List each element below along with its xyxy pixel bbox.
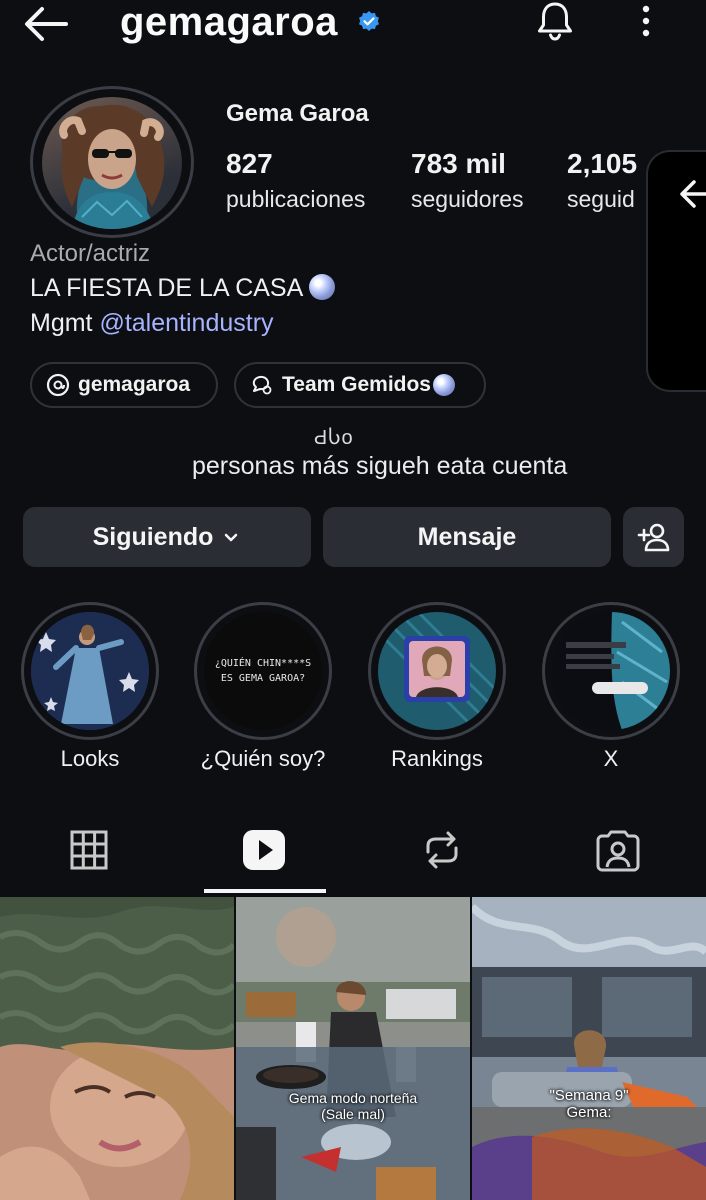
reel-thumbnail[interactable] [0,897,234,1200]
following-label: seguid [567,186,635,212]
avatar[interactable] [42,97,182,229]
broadcast-channel-icon [252,375,272,395]
overlay-caption-1: ԀႱo [314,427,354,449]
highlight-cover-line-2: ES GEMA GAROA? [220,673,306,684]
highlight-label: Looks [60,746,120,771]
top-bar: gemagaroa [0,0,706,80]
message-button-label: Mensaje [417,522,517,551]
reel-caption-line-2: Gema: [566,1104,612,1122]
highlight-who-am-i[interactable]: ¿QUIÉN CHIN****S ES GEMA GAROA? [204,612,322,730]
channel-link-label: Team Gemidos [282,373,431,396]
threads-link-label: gemagaroa [78,373,191,396]
reel-caption: Gema modo norteña (Sale mal) [236,1090,470,1122]
highlight-label: Rankings [391,746,483,771]
channel-link-pill[interactable]: Team Gemidos [234,362,486,408]
bell-icon[interactable] [534,0,576,42]
followers-label: seguidores [411,186,524,212]
reel-caption: "Semana 9" Gema: [472,1087,706,1122]
more-vertical-icon[interactable] [640,4,652,38]
chevron-down-icon [225,533,238,542]
profile-username: gemagaroa [120,0,338,44]
arrow-left-icon[interactable] [676,176,706,212]
highlight-label: X [603,746,619,771]
bio-line-1: LA FIESTA DE LA CASA [30,274,336,303]
reel-thumbnail[interactable]: Gema modo norteña (Sale mal) [236,897,470,1200]
reel-caption-line-1: Gema modo norteña [288,1090,418,1106]
followers-count[interactable]: 783 mil [411,148,506,180]
active-tab-indicator [204,889,326,893]
grid-icon[interactable] [68,826,112,874]
bio-prefix: Mgmt [30,309,100,337]
highlight-cover-line-1: ¿QUIÉN CHIN****S [214,658,312,669]
bio-mention-link[interactable]: @talentindustry [99,309,273,337]
overlay-caption-2: personas más sigueh eata cuenta [192,452,568,480]
threads-icon [46,373,70,397]
add-user-button[interactable] [623,507,684,567]
highlight-label: ¿Quién soy? [200,746,326,771]
reels-icon[interactable] [242,826,286,874]
reel-thumbnail[interactable]: "Semana 9" Gema: [472,897,706,1200]
add-user-icon [637,523,669,552]
disco-ball-icon [433,374,455,396]
highlight-x[interactable] [552,612,670,730]
following-count[interactable]: 2,105 [567,148,637,180]
posts-label: publicaciones [226,186,366,212]
following-button[interactable]: Siguiendo [23,507,311,567]
bio-text: LA FIESTA DE LA CASA [30,274,304,302]
highlight-looks[interactable] [31,612,149,730]
tagged-icon[interactable] [596,826,640,874]
posts-count[interactable]: 827 [226,148,273,180]
following-button-label: Siguiendo [92,522,214,551]
reel-caption-line-2: (Sale mal) [321,1106,385,1123]
reel-caption-line-1: "Semana 9" [549,1087,629,1104]
highlight-rankings[interactable] [378,612,496,730]
message-button[interactable]: Mensaje [323,507,611,567]
full-name: Gema Garoa [226,100,369,127]
verified-badge-icon [357,10,381,34]
threads-link-pill[interactable]: gemagaroa [30,362,218,408]
highlight-cover-text: ¿QUIÉN CHIN****S ES GEMA GAROA? [215,656,311,686]
arrow-left-icon[interactable] [22,4,68,44]
profile-category: Actor/actriz [30,240,151,267]
reposts-icon[interactable] [420,826,464,874]
disco-ball-icon [309,274,336,300]
bio-line-2: Mgmt @talentindustry [30,309,274,338]
